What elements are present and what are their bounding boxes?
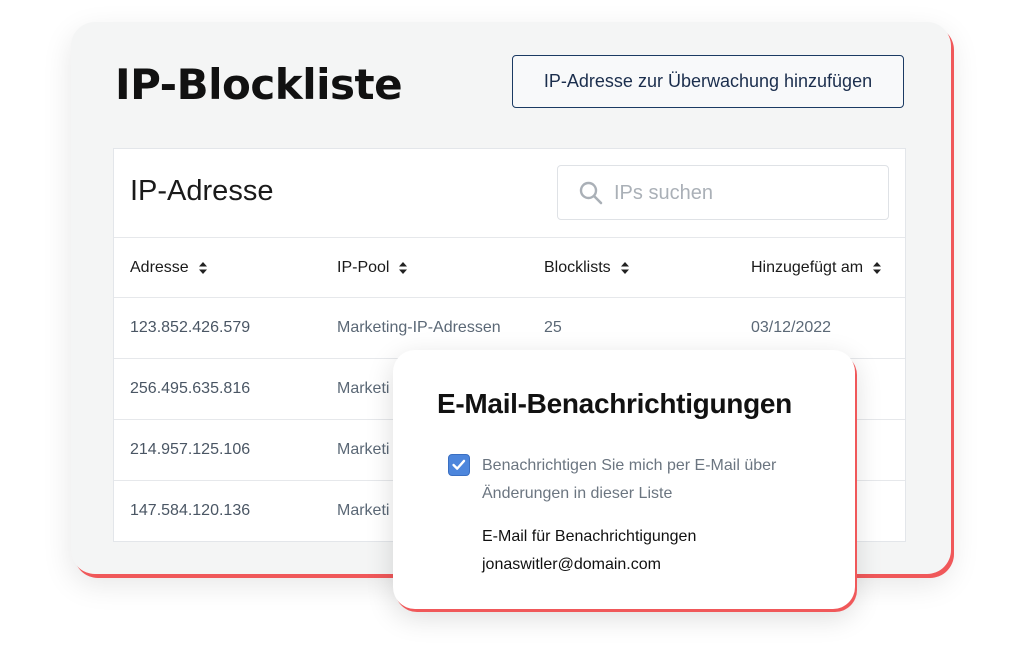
table-header-row: Adresse IP-Pool Blocklists Hinzugefügt a… (114, 237, 905, 298)
cell-ip-pool: Marketi (337, 502, 390, 519)
sort-arrows-icon (873, 262, 882, 274)
email-field-label: E-Mail für Benachrichtigungen (482, 528, 697, 545)
sort-arrows-icon (198, 262, 207, 274)
column-header-label: Hinzugefügt am (751, 259, 864, 276)
cell-ip-pool: Marketi (337, 380, 390, 397)
page-title: IP-Blockliste (115, 60, 403, 109)
column-header-label: Blocklists (544, 259, 611, 276)
sort-arrows-icon (399, 262, 408, 274)
email-value: jonaswitler@domain.com (482, 556, 661, 573)
column-header-label: IP-Pool (337, 259, 390, 276)
cell-address: 147.584.120.136 (130, 502, 251, 519)
search-input[interactable] (614, 178, 864, 208)
cell-address: 214.957.125.106 (130, 441, 251, 458)
cell-ip-pool: Marketi (337, 441, 390, 458)
cell-address: 123.852.426.579 (130, 319, 251, 336)
column-header-label: Adresse (130, 259, 189, 276)
cell-added-date: 03/12/2022 (751, 319, 832, 336)
sort-arrows-icon (620, 262, 629, 274)
notify-checkbox-label[interactable]: Benachrichtigen Sie mich per E-Mail über… (482, 452, 812, 508)
notify-checkbox[interactable] (448, 454, 470, 476)
column-header-ip-pool[interactable]: IP-Pool (337, 259, 408, 277)
search-icon (579, 181, 603, 205)
column-header-blocklists[interactable]: Blocklists (544, 259, 629, 277)
popup-title: E-Mail-Benachrichtigungen (437, 388, 792, 419)
add-ip-button[interactable]: IP-Adresse zur Überwachung hinzufügen (512, 55, 904, 108)
table-title: IP-Adresse (130, 175, 274, 207)
checkmark-icon (452, 459, 466, 470)
cell-address: 256.495.635.816 (130, 380, 251, 397)
cell-blocklists: 25 (544, 319, 562, 336)
cell-ip-pool: Marketing-IP-Adressen (337, 319, 501, 336)
email-notifications-popup: E-Mail-Benachrichtigungen Benachrichtige… (393, 350, 855, 609)
column-header-address[interactable]: Adresse (130, 259, 207, 277)
search-box[interactable] (557, 165, 889, 220)
column-header-added[interactable]: Hinzugefügt am (751, 259, 882, 277)
